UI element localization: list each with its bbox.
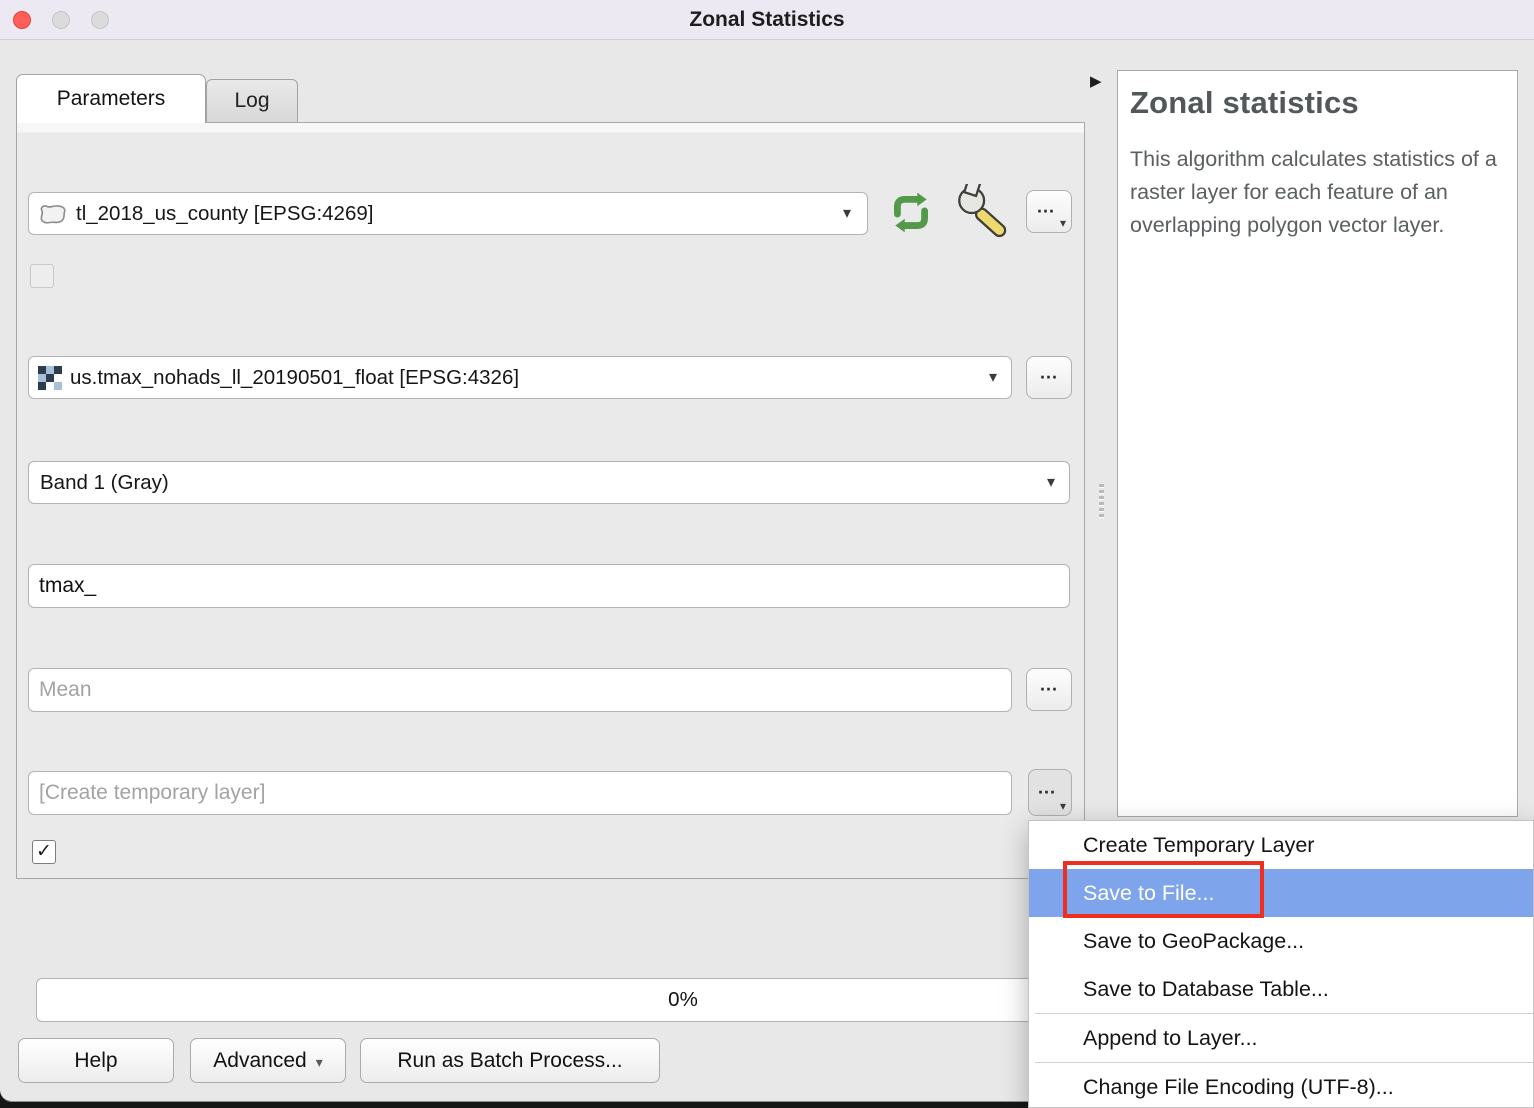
advanced-button-label: Advanced: [213, 1049, 306, 1072]
raster-layer-combobox[interactable]: us.tmax_nohads_ll_20190501_float [EPSG:4…: [28, 356, 1012, 399]
ellipsis-icon: ...: [1021, 197, 1071, 218]
iterate-over-layer-button[interactable]: [886, 190, 936, 236]
statistics-input[interactable]: [28, 668, 1012, 712]
raster-band-value: Band 1 (Gray): [40, 471, 169, 495]
menu-item-save-to-geopackage[interactable]: Save to GeoPackage...: [1029, 917, 1533, 965]
chevron-down-icon: ▾: [1060, 799, 1066, 813]
raster-layer-browse-button[interactable]: ...: [1026, 356, 1072, 399]
input-layer-value: tl_2018_us_county [EPSG:4269]: [76, 202, 373, 226]
raster-layer-icon: [38, 366, 62, 390]
help-panel-description: This algorithm calculates statistics of …: [1130, 143, 1505, 242]
output-prefix-input[interactable]: [28, 564, 1070, 608]
titlebar: Zonal Statistics: [0, 0, 1534, 40]
chevron-down-icon: ▾: [989, 367, 997, 387]
menu-item-append-to-layer[interactable]: Append to Layer...: [1029, 1014, 1533, 1062]
ellipsis-icon: ...: [1027, 363, 1071, 384]
zonal-output-input[interactable]: [28, 771, 1012, 815]
run-as-batch-label: Run as Batch Process...: [397, 1049, 622, 1072]
chevron-down-icon: ▾: [1047, 472, 1055, 492]
output-destination-menu: Create Temporary Layer Save to File... S…: [1028, 820, 1534, 1108]
help-button-label: Help: [74, 1049, 117, 1072]
wrench-icon: [950, 184, 1014, 242]
panel-splitter-handle[interactable]: [1099, 484, 1104, 520]
chevron-down-icon: ▾: [316, 1054, 323, 1070]
advanced-options-wrench-button[interactable]: [950, 184, 1014, 242]
tab-log[interactable]: Log: [206, 79, 298, 123]
polygon-layer-icon: [38, 203, 68, 225]
input-layer-combobox[interactable]: tl_2018_us_county [EPSG:4269] ▾: [28, 192, 868, 235]
progress-percent: 0%: [668, 988, 698, 1011]
menu-item-change-file-encoding[interactable]: Change File Encoding (UTF-8)...: [1029, 1063, 1533, 1108]
check-icon: ✓: [36, 841, 52, 862]
help-panel-title: Zonal statistics: [1130, 85, 1505, 121]
ellipsis-icon: ...: [1027, 675, 1071, 696]
menu-item-save-to-database-table[interactable]: Save to Database Table...: [1029, 965, 1533, 1013]
run-as-batch-button[interactable]: Run as Batch Process...: [360, 1038, 660, 1083]
chevron-down-icon: ▾: [843, 203, 851, 223]
window-title: Zonal Statistics: [0, 0, 1534, 40]
advanced-button[interactable]: Advanced ▾: [190, 1038, 346, 1083]
help-button[interactable]: Help: [18, 1038, 174, 1083]
input-layer-browse-button[interactable]: ... ▾: [1026, 190, 1072, 233]
menu-item-save-to-file[interactable]: Save to File...: [1029, 869, 1533, 917]
raster-band-combobox[interactable]: Band 1 (Gray) ▾: [28, 461, 1070, 504]
help-panel: Zonal statistics This algorithm calculat…: [1117, 70, 1518, 817]
iterate-loop-icon: [886, 190, 936, 236]
collapse-help-panel-arrow[interactable]: ▶: [1090, 72, 1102, 90]
zonal-output-browse-button[interactable]: ... ▾: [1028, 769, 1072, 816]
menu-item-create-temporary-layer[interactable]: Create Temporary Layer: [1029, 821, 1533, 869]
tab-parameters[interactable]: Parameters: [16, 74, 206, 123]
selected-features-checkbox: [30, 264, 54, 288]
chevron-down-icon: ▾: [1060, 216, 1066, 230]
raster-layer-value: us.tmax_nohads_ll_20190501_float [EPSG:4…: [70, 366, 519, 390]
statistics-browse-button[interactable]: ...: [1026, 668, 1072, 711]
ellipsis-icon: ...: [1023, 778, 1071, 799]
open-output-checkbox[interactable]: ✓: [32, 840, 56, 864]
